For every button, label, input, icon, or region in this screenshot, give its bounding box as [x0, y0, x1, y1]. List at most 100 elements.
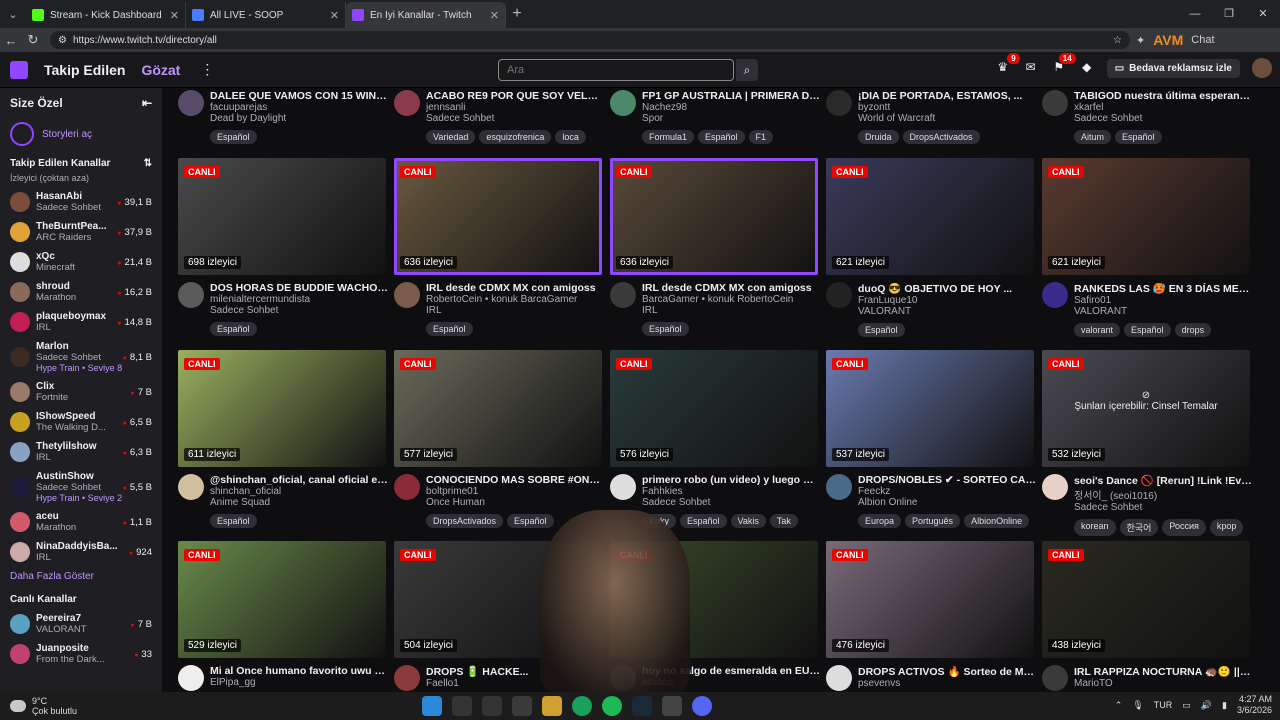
stream-card[interactable]: CANLI 636 izleyici IRL desde CDMX MX con a…	[394, 158, 604, 336]
live-channel-item[interactable]: Peereira7VALORANT7 B	[0, 609, 162, 639]
extension-puzzle-icon[interactable]: ✦	[1136, 34, 1145, 47]
stream-card[interactable]: CANLI 537 izleyici DROPS/NOBLES ✔ - SORTEO…	[826, 350, 1036, 528]
tag-chip[interactable]: Español	[210, 322, 257, 336]
nav-following[interactable]: Takip Edilen	[44, 62, 125, 78]
close-tab-icon[interactable]: ✕	[330, 9, 339, 22]
tag-chip[interactable]: Español	[642, 322, 689, 336]
stream-title[interactable]: ¡DIA DE PORTADA, ESTAMOS, ...	[858, 90, 1036, 102]
tag-chip[interactable]: Español	[680, 514, 727, 528]
tag-chip[interactable]: esquizofrenica	[479, 130, 552, 144]
stream-title[interactable]: TABIGOD nuestra última esperanza e...	[1074, 90, 1252, 102]
url-field[interactable]: ⚙ https://www.twitch.tv/directory/all ☆	[50, 31, 1130, 49]
channel-name[interactable]: psevenvs	[858, 678, 1036, 689]
channel-avatar[interactable]	[178, 665, 204, 691]
tag-chip[interactable]: Español	[210, 514, 257, 528]
tag-chip[interactable]: Tak	[769, 514, 798, 528]
browser-tab-kick[interactable]: Stream - Kick Dashboard ✕	[26, 2, 186, 28]
tag-chip[interactable]: Español	[858, 323, 905, 337]
maximize-icon[interactable]: ❐	[1212, 0, 1246, 28]
discord-icon[interactable]	[692, 696, 712, 716]
stream-thumbnail[interactable]: CANLI ⊘ Şunları içerebilir: Cinsel Temalar…	[1042, 350, 1250, 467]
stream-title[interactable]: DROPS/NOBLES ✔ - SORTEO CAD...	[858, 474, 1036, 486]
category-name[interactable]: VALORANT	[858, 306, 1036, 317]
stream-thumbnail[interactable]: CANLI 529 izleyici	[178, 541, 386, 658]
followed-channel-item[interactable]: plaqueboymaxIRL14,8 B	[0, 307, 162, 337]
channel-name[interactable]: byzontt	[858, 102, 1036, 113]
stream-card[interactable]: TABIGOD nuestra última esperanza e... xka…	[1042, 90, 1252, 144]
stream-title[interactable]: @shinchan_oficial, canal oficial en es..…	[210, 474, 388, 486]
stream-thumbnail[interactable]: CANLI 438 izleyici	[1042, 541, 1250, 658]
folder-icon[interactable]	[542, 696, 562, 716]
followed-channel-item[interactable]: ThetylilshowIRL6,3 B	[0, 437, 162, 467]
channel-avatar[interactable]	[178, 474, 204, 500]
inbox-icon[interactable]: ✉	[1023, 60, 1039, 76]
stream-card[interactable]: CANLI 621 izleyici duoQ 😎 OBJETIVO DE HOY …	[826, 158, 1036, 337]
tag-chip[interactable]: 한국어	[1119, 519, 1159, 536]
channel-avatar[interactable]	[394, 474, 420, 500]
tag-chip[interactable]: DropsActivados	[426, 514, 504, 528]
category-name[interactable]: Anime Squad	[210, 497, 388, 508]
stream-card[interactable]: CANLI 576 izleyici primero robo (un video)…	[610, 350, 820, 528]
tag-chip[interactable]: Aitum	[1074, 130, 1112, 144]
stream-card[interactable]: ACABO RE9 POR QUE SOY VELOZZZ... jennsanl…	[394, 90, 604, 144]
bookmark-star-icon[interactable]: ☆	[1113, 35, 1122, 46]
followed-channel-item[interactable]: aceuMarathon1,1 B	[0, 507, 162, 537]
stream-title[interactable]: RANKEDS LAS 🥵 EN 3 DÍAS ME V...	[1074, 282, 1252, 295]
twitch-logo-icon[interactable]	[10, 60, 28, 79]
tag-chip[interactable]: loca	[555, 130, 586, 144]
channel-avatar[interactable]	[178, 282, 204, 308]
user-avatar[interactable]	[1252, 58, 1272, 78]
chat-extension-label[interactable]: Chat	[1191, 34, 1214, 46]
stream-thumbnail[interactable]: CANLI 476 izleyici	[826, 541, 1034, 658]
followed-channel-item[interactable]: Marlon Sadece Sohbet Hype Train • Seviye 8…	[0, 337, 162, 377]
tag-chip[interactable]: Español	[210, 130, 257, 144]
file-explorer-icon[interactable]	[512, 696, 532, 716]
minimize-icon[interactable]: —	[1178, 0, 1212, 28]
more-menu-icon[interactable]: ⋮	[200, 61, 214, 78]
language-indicator[interactable]: TUR	[1154, 700, 1173, 710]
followed-channel-item[interactable]: TheBurntPea...ARC Raiders37,9 B	[0, 217, 162, 247]
stream-thumbnail[interactable]: CANLI 576 izleyici	[610, 350, 818, 467]
tag-chip[interactable]: DropsActivados	[902, 130, 980, 144]
channel-name[interactable]: boltprime01	[426, 486, 604, 497]
live-channel-item[interactable]: JuanpositeFrom the Dark...33	[0, 639, 162, 669]
task-view-icon[interactable]	[482, 696, 502, 716]
category-name[interactable]: Sadece Sohbet	[642, 497, 820, 508]
channel-avatar[interactable]	[1042, 474, 1068, 500]
tray-arrow-icon[interactable]: ⌃	[1115, 700, 1123, 711]
channel-avatar[interactable]	[1042, 90, 1068, 116]
collapse-sidebar-icon[interactable]: ⇤	[142, 96, 152, 110]
stories-button[interactable]: Storyleri aç	[0, 118, 162, 154]
browser-tab-soop[interactable]: All LIVE - SOOP ✕	[186, 2, 346, 28]
search-button[interactable]: ⌕	[736, 59, 758, 81]
chrome-icon[interactable]	[572, 696, 592, 716]
tag-chip[interactable]: Variedad	[426, 130, 476, 144]
stream-title[interactable]: primero robo (un video) y luego me ro...	[642, 474, 820, 486]
tag-chip[interactable]: kpop	[1209, 519, 1244, 536]
stream-title[interactable]: IRL desde CDMX MX con amigoss	[642, 282, 820, 294]
stream-card[interactable]: CANLI 698 izleyici DOS HORAS DE BUDDIE WAC…	[178, 158, 388, 336]
stream-title[interactable]: Mi al Once humano favorito uwu sliuu...	[210, 665, 388, 677]
followed-channel-item[interactable]: xQcMinecraft21,4 B	[0, 247, 162, 277]
stream-thumbnail[interactable]: CANLI 621 izleyici	[826, 158, 1034, 275]
channel-name[interactable]: 정서이_ (seoi1016)	[1074, 487, 1252, 502]
category-name[interactable]: VALORANT	[1074, 306, 1252, 317]
channel-name[interactable]: Feeckz	[858, 486, 1036, 497]
site-info-icon[interactable]: ⚙	[58, 35, 67, 46]
crown-icon[interactable]: ♛ 9	[995, 53, 1020, 76]
channel-avatar[interactable]	[1042, 665, 1068, 691]
category-name[interactable]: Sadece Sohbet	[1074, 502, 1252, 513]
channel-name[interactable]: MarioTO	[1074, 678, 1252, 689]
stream-title[interactable]: IRL desde CDMX MX con amigoss	[426, 282, 604, 294]
channel-name[interactable]: Nachez98	[642, 102, 820, 113]
stream-card[interactable]: CANLI 621 izleyici RANKEDS LAS 🥵 EN 3 DÍAS…	[1042, 158, 1252, 337]
tag-chip[interactable]: Formula1	[642, 130, 695, 144]
stream-card[interactable]: FP1 GP AUSTRALIA | PRIMERA DEL A...Nache…	[610, 90, 820, 144]
avm-extension-logo[interactable]: AVM	[1153, 32, 1183, 48]
sort-icon[interactable]: ⇅	[144, 158, 152, 169]
tag-chip[interactable]: AlbionOnline	[964, 514, 1030, 528]
tag-chip[interactable]: Español	[426, 322, 473, 336]
stream-title[interactable]: ACABO RE9 POR QUE SOY VELOZZZ...	[426, 90, 604, 102]
stream-thumbnail[interactable]: CANLI 611 izleyici	[178, 350, 386, 467]
channel-avatar[interactable]	[826, 90, 852, 116]
